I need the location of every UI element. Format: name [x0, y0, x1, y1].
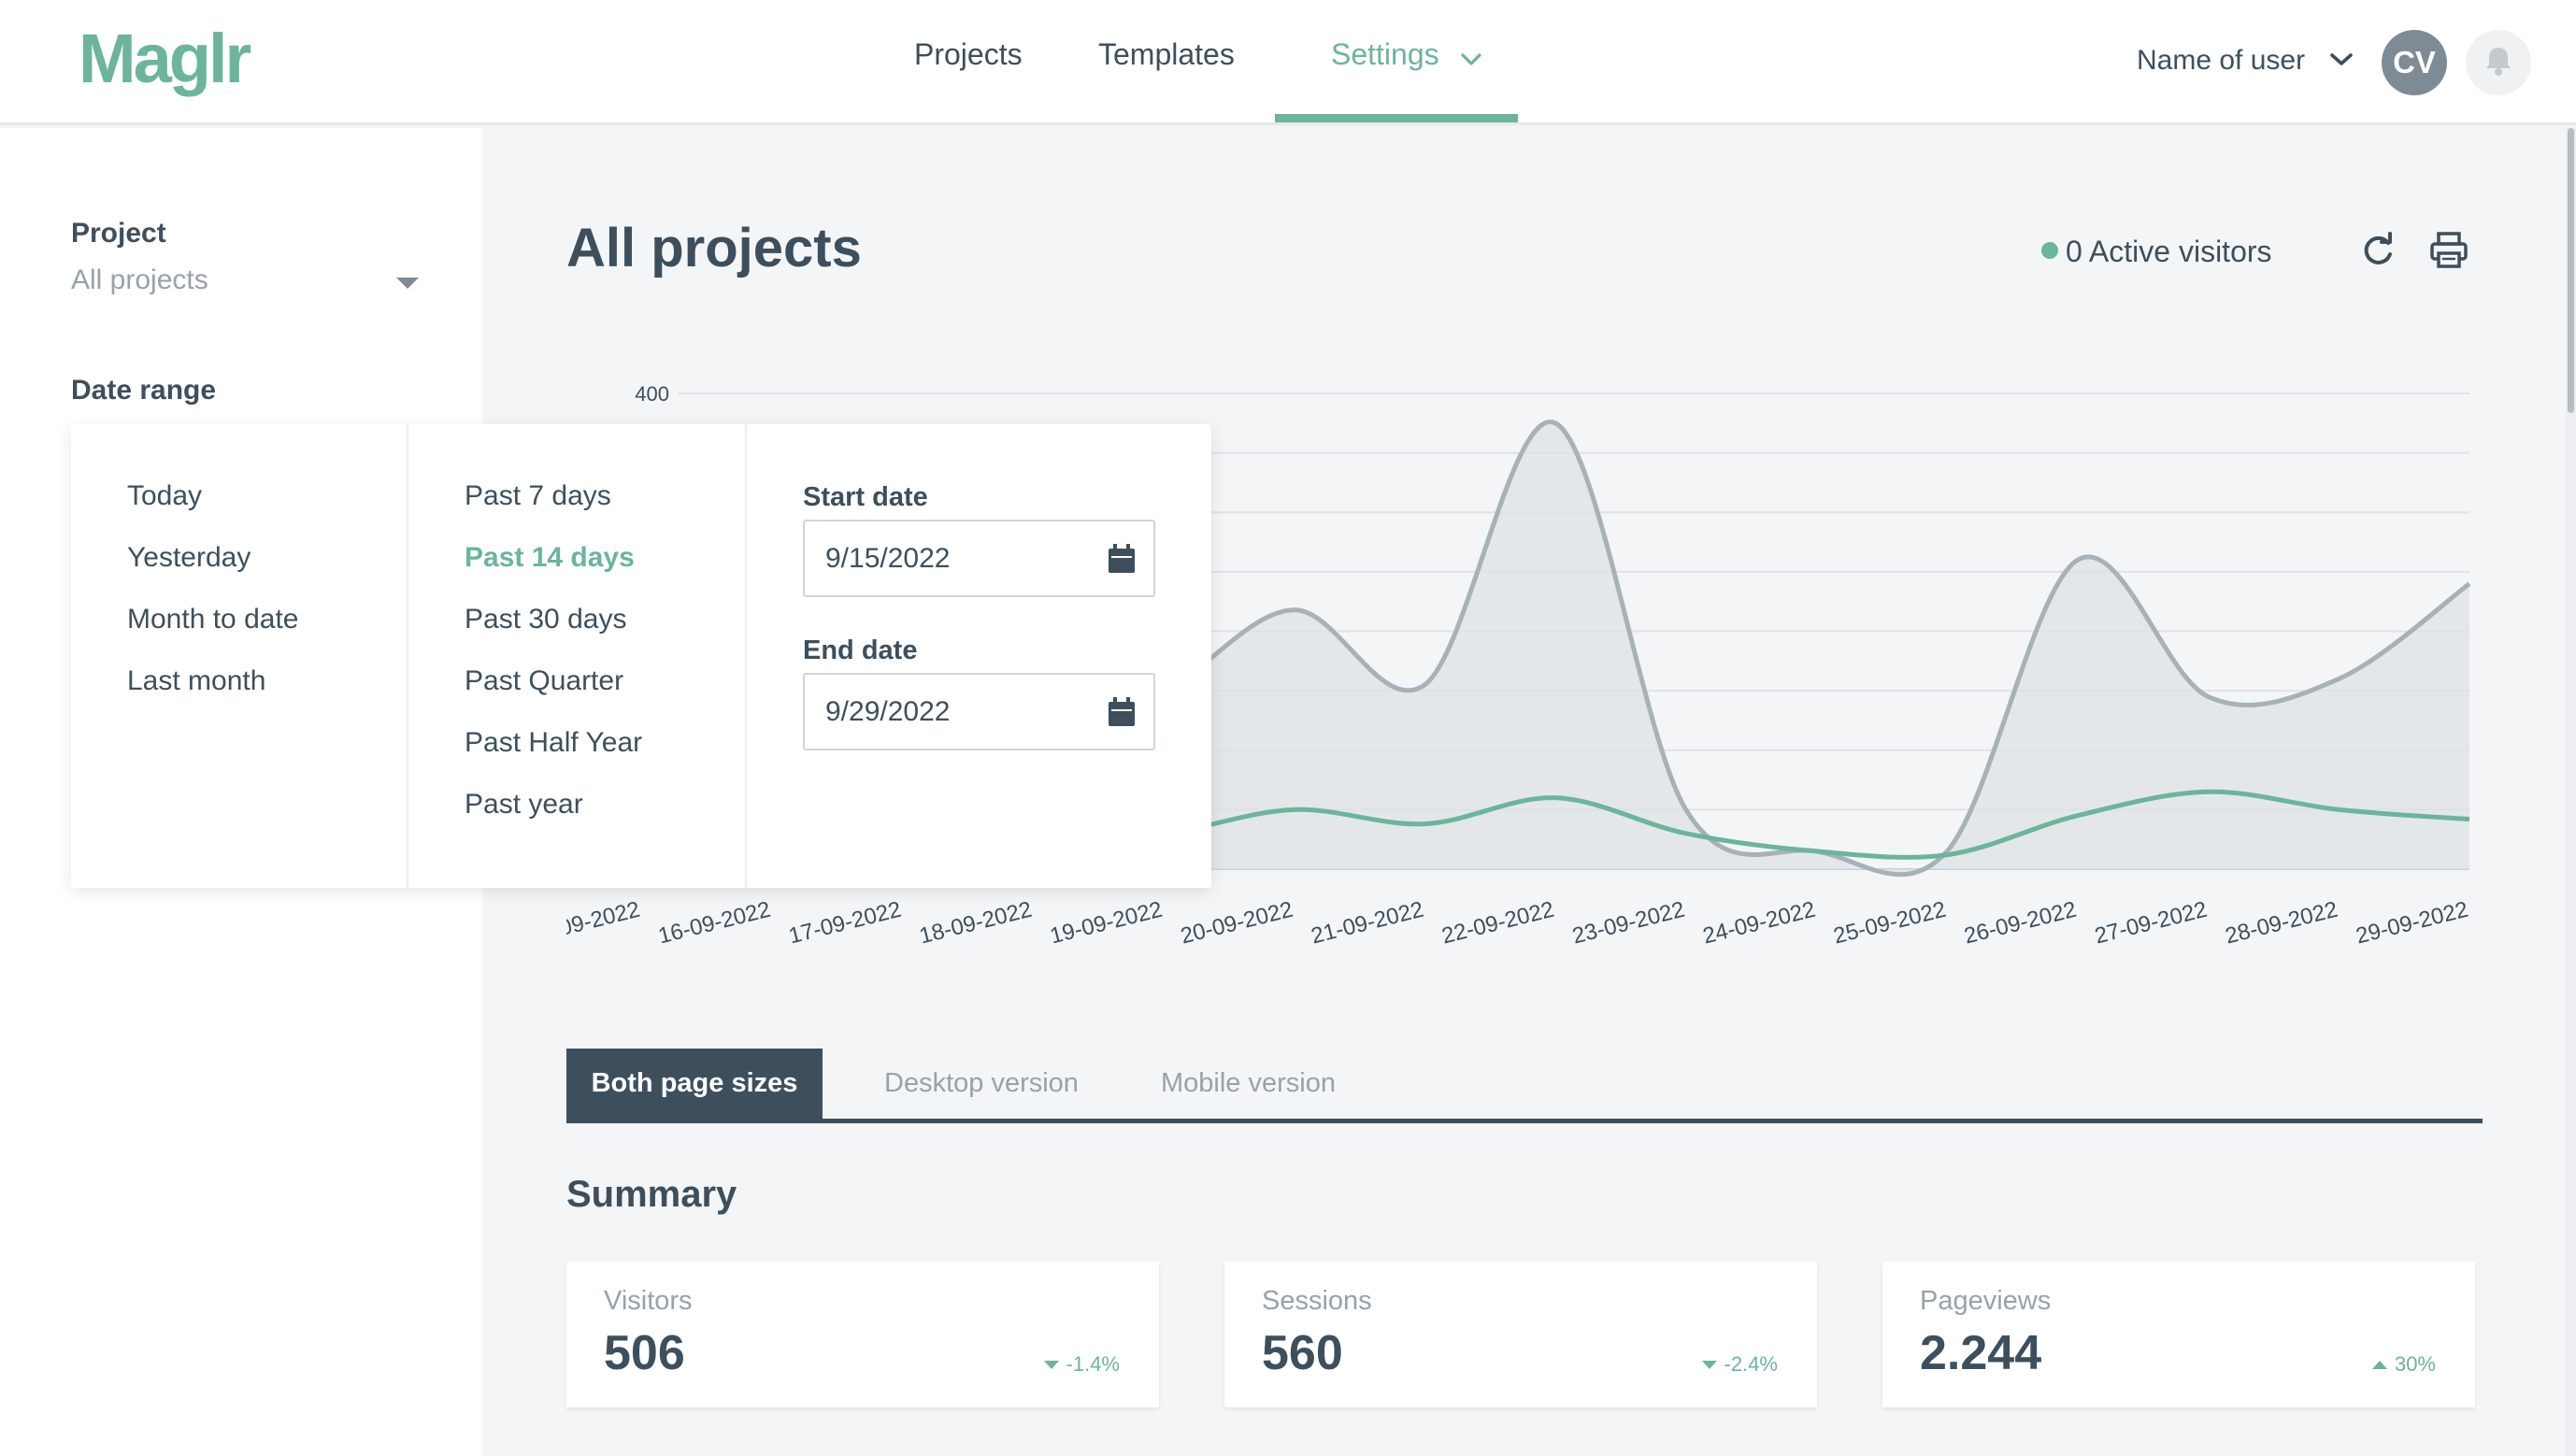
refresh-icon	[2364, 232, 2392, 264]
x-tick-label: 23-09-2022	[1570, 897, 1688, 944]
avatar[interactable]: CV	[2382, 30, 2447, 95]
card-label: Sessions	[1262, 1286, 1372, 1316]
card-value: 560	[1262, 1326, 1343, 1380]
date-range-label: Date range	[71, 375, 217, 406]
range-option-past-year[interactable]: Past year	[465, 789, 583, 821]
visitors-card: Visitors 506 -1.4%	[566, 1262, 1159, 1407]
range-option-yesterday[interactable]: Yesterday	[127, 542, 250, 574]
card-value: 506	[604, 1326, 685, 1380]
x-tick-label: 25-09-2022	[1831, 897, 1949, 944]
top-navigation: Maglr Projects Templates Settings Name o…	[0, 0, 2576, 125]
trend-down-icon	[1701, 1361, 1717, 1369]
trend-value: 30%	[2394, 1352, 2436, 1376]
maglr-logo[interactable]: Maglr	[79, 19, 251, 98]
scrollbar[interactable]	[2566, 128, 2576, 1456]
end-date-field[interactable]	[803, 673, 1155, 750]
sessions-card: Sessions 560 -2.4%	[1224, 1262, 1817, 1407]
x-tick-label: 24-09-2022	[1700, 897, 1818, 944]
calendar-icon[interactable]	[1105, 695, 1138, 729]
pageviews-card: Pageviews 2.244 30%	[1882, 1262, 2475, 1407]
scrollbar-thumb[interactable]	[2568, 128, 2574, 413]
page-size-tabs: Both page sizes Desktop version Mobile v…	[566, 1049, 2483, 1123]
end-date-label: End date	[803, 635, 918, 665]
card-label: Pageviews	[1920, 1286, 2052, 1316]
nav-templates[interactable]: Templates	[1098, 37, 1235, 72]
y-tick-label: 400	[635, 382, 669, 406]
tab-both-page-sizes[interactable]: Both page sizes	[566, 1049, 823, 1119]
chevron-down-icon	[1460, 39, 1481, 74]
start-date-input[interactable]	[825, 540, 1068, 578]
active-nav-indicator	[1275, 114, 1518, 122]
range-option-month-to-date[interactable]: Month to date	[127, 604, 298, 635]
notifications-button[interactable]	[2466, 30, 2531, 95]
trend-value: -2.4%	[1724, 1352, 1778, 1376]
trend-up-icon	[2371, 1361, 2387, 1369]
page-title: All projects	[566, 218, 862, 278]
x-tick-label: 27-09-2022	[2092, 897, 2210, 944]
x-tick-label: 29-09-2022	[2354, 897, 2471, 944]
range-option-past-14-days[interactable]: Past 14 days	[465, 542, 635, 574]
active-visitors: 0 Active visitors	[2041, 235, 2272, 269]
trend-value: -1.4%	[1066, 1352, 1120, 1376]
x-tick-label: 26-09-2022	[1962, 897, 2080, 944]
project-select[interactable]: All projects	[71, 264, 419, 306]
date-range-popup: Today Yesterday Month to date Last month…	[71, 424, 1211, 888]
trend-badge: -1.4%	[1043, 1352, 1120, 1377]
trend-down-icon	[1043, 1361, 1059, 1369]
range-option-today[interactable]: Today	[127, 480, 202, 512]
start-date-field[interactable]	[803, 520, 1155, 597]
x-tick-label: 16-09-2022	[656, 897, 774, 944]
tab-mobile-version[interactable]: Mobile version	[1161, 1049, 1336, 1119]
x-tick-label: 19-09-2022	[1048, 897, 1166, 944]
start-date-label: Start date	[803, 482, 928, 512]
caret-down-icon	[396, 278, 419, 289]
bell-icon	[2483, 45, 2513, 81]
status-dot	[2041, 242, 2058, 259]
trend-badge: 30%	[2371, 1352, 2436, 1377]
project-select-value: All projects	[71, 264, 208, 295]
user-menu[interactable]: Name of user	[2137, 45, 2305, 77]
x-tick-label: 18-09-2022	[917, 897, 1035, 944]
card-value: 2.244	[1920, 1326, 2042, 1380]
nav-settings-label: Settings	[1331, 37, 1439, 71]
range-option-past-half-year[interactable]: Past Half Year	[465, 727, 642, 759]
range-option-past-30-days[interactable]: Past 30 days	[465, 604, 626, 635]
custom-range-column: Start date End date	[747, 424, 1211, 888]
nav-settings[interactable]: Settings	[1331, 37, 1481, 74]
x-tick-label: 21-09-2022	[1309, 897, 1426, 944]
x-tick-label: 20-09-2022	[1178, 897, 1295, 944]
x-tick-label: 22-09-2022	[1439, 897, 1557, 944]
refresh-button[interactable]	[2357, 230, 2398, 271]
range-option-past-quarter[interactable]: Past Quarter	[465, 665, 623, 697]
tab-desktop-version[interactable]: Desktop version	[884, 1049, 1079, 1119]
chevron-down-icon[interactable]	[2330, 52, 2353, 72]
print-icon	[2430, 232, 2468, 268]
end-date-input[interactable]	[825, 693, 1068, 731]
summary-title: Summary	[566, 1174, 737, 1215]
trend-badge: -2.4%	[1701, 1352, 1778, 1377]
calendar-icon[interactable]	[1105, 542, 1138, 576]
x-tick-label: 15-09-2022	[566, 897, 642, 944]
print-button[interactable]	[2428, 230, 2469, 271]
card-label: Visitors	[604, 1286, 693, 1316]
quick-range-column: Today Yesterday Month to date Last month	[71, 424, 408, 888]
past-range-column: Past 7 days Past 14 days Past 30 days Pa…	[408, 424, 747, 888]
nav-projects[interactable]: Projects	[914, 37, 1023, 72]
range-option-last-month[interactable]: Last month	[127, 665, 265, 697]
active-visitors-text: 0 Active visitors	[2066, 235, 2272, 268]
x-tick-label: 17-09-2022	[786, 897, 904, 944]
project-label: Project	[71, 218, 166, 249]
range-option-past-7-days[interactable]: Past 7 days	[465, 480, 611, 512]
x-tick-label: 28-09-2022	[2223, 897, 2340, 944]
